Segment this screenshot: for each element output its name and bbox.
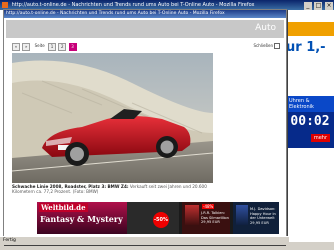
browser-statusbar: Fertig	[0, 236, 289, 245]
ad-clock-banner[interactable]: Uhren & Elektronik 00:02 mehr	[286, 96, 334, 148]
weltbild-logo: Weltbild.de	[39, 203, 88, 212]
popup-header: Auto	[6, 20, 284, 38]
product-2-cover	[236, 205, 248, 225]
pager-next-button[interactable]: »	[22, 43, 31, 51]
statusbar-filler	[286, 242, 334, 250]
ad-clock-time: 00:02	[290, 114, 330, 129]
banner-product-2[interactable]: M.J. Davidson: Happy Hour in der Unterwe…	[233, 202, 279, 234]
gallery-close[interactable]: Schließen	[254, 43, 280, 49]
close-label: Schließen	[253, 43, 273, 48]
firefox-icon	[2, 2, 8, 8]
product-1-text: J.R.R. Tolkien: Das Silmarillion 29,95 E…	[201, 211, 229, 224]
pager-prev-button[interactable]: «	[12, 43, 20, 51]
ad-more-button[interactable]: mehr	[310, 134, 330, 142]
product-1-discount: -48%	[202, 204, 215, 209]
ad-clock-label: Uhren & Elektronik	[286, 96, 334, 112]
banner-tagline: Fantasy & Mystery	[40, 214, 123, 224]
product-1-cover	[185, 205, 199, 225]
sale-badge: -50%	[153, 212, 169, 228]
minimize-button[interactable]: _	[303, 2, 312, 10]
banner-brand-panel[interactable]: Weltbild.de Fantasy & Mystery	[37, 202, 127, 234]
pager-page-2[interactable]: 2	[58, 43, 67, 51]
close-button[interactable]: ×	[325, 2, 333, 10]
banner-product-1[interactable]: -48% J.R.R. Tolkien: Das Silmarillion 29…	[182, 202, 230, 234]
section-label: Auto	[255, 23, 276, 33]
maximize-button[interactable]: □	[314, 2, 323, 10]
product-2-text: M.J. Davidson: Happy Hour in der Unterwe…	[250, 207, 276, 225]
close-box-icon	[274, 43, 280, 49]
gallery-pager: « » Seite 1 2 3	[12, 43, 78, 51]
car-photo-image	[12, 53, 213, 183]
popup-window: http://auto.t-online.de - Nachrichten un…	[3, 9, 287, 245]
pager-page-3[interactable]: 3	[68, 43, 77, 51]
photo-caption: Schwache Linie 2008, Roadster, Platz 3: …	[12, 184, 212, 194]
car-photo	[12, 53, 213, 183]
popup-titlebar: http://auto.t-online.de - Nachrichten un…	[4, 10, 286, 18]
weltbild-banner[interactable]: Weltbild.de Fantasy & Mystery -50% -48% …	[37, 202, 279, 234]
banner-sale-panel[interactable]: -50%	[127, 202, 179, 234]
ad-orange-strip[interactable]	[286, 22, 334, 36]
pager-page-1[interactable]: 1	[47, 43, 56, 51]
pager-label: Seite	[34, 43, 45, 48]
ad-price-text[interactable]: ur 1,-	[286, 40, 334, 76]
